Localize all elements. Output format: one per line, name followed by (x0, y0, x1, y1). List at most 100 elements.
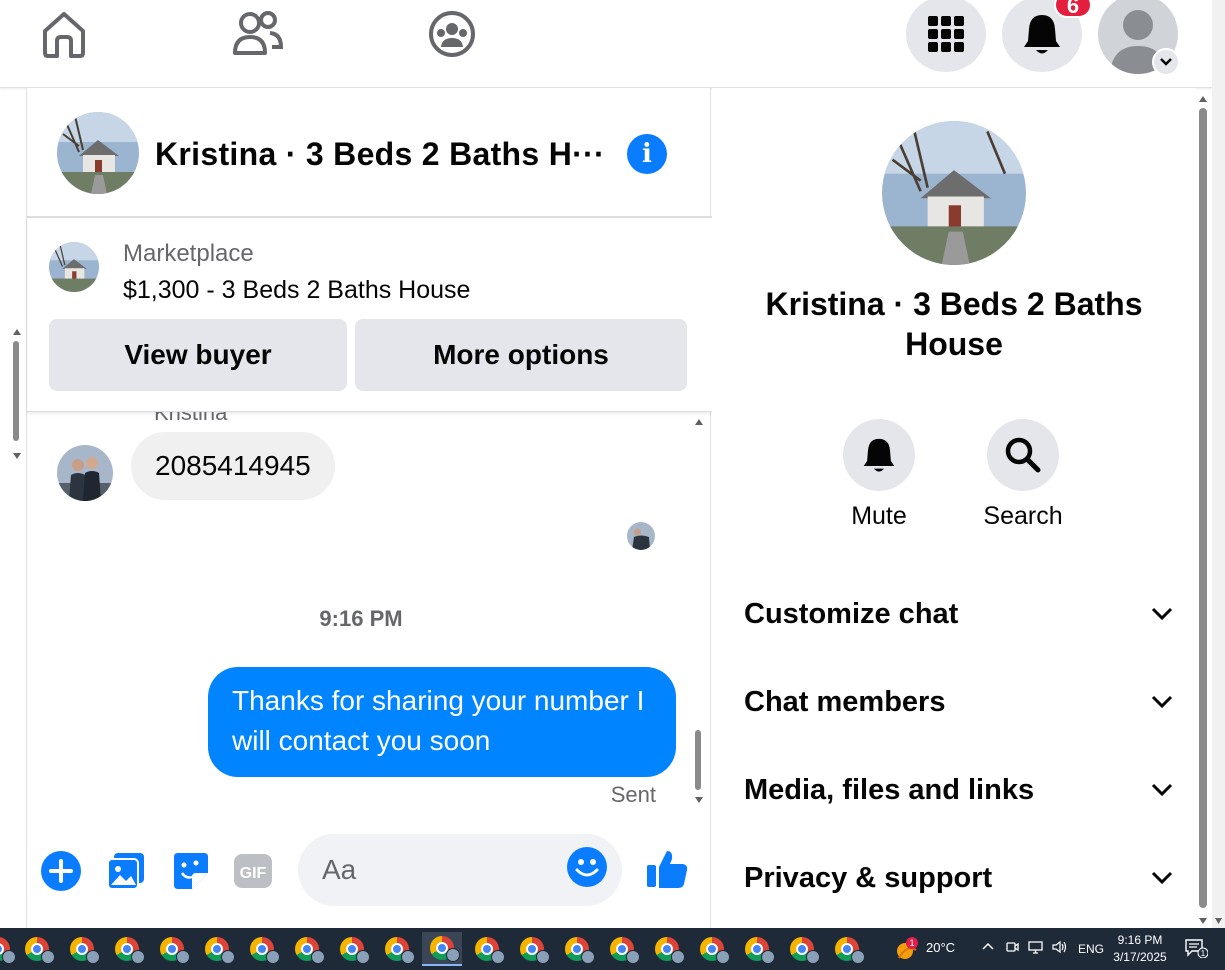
taskbar-chrome-window[interactable] (467, 932, 507, 966)
gif-icon[interactable]: GIF (232, 850, 274, 892)
taskbar-chrome-window[interactable] (737, 932, 777, 966)
groups-icon[interactable] (426, 8, 478, 60)
taskbar-chrome-window[interactable] (782, 932, 822, 966)
svg-text:1: 1 (909, 938, 914, 948)
sender-name: Kristina (154, 412, 228, 425)
profile-badge-icon (626, 950, 640, 964)
svg-text:GIF: GIF (240, 865, 267, 882)
house-photo-icon (57, 112, 139, 194)
profile-badge-icon (2, 950, 16, 964)
taskbar-chrome-window[interactable] (107, 932, 147, 966)
emoji-icon[interactable] (565, 845, 609, 889)
view-buyer-button[interactable]: View buyer (49, 319, 347, 391)
taskbar-chrome-window[interactable] (647, 932, 687, 966)
listing-thumbnail[interactable] (49, 242, 99, 292)
sender-avatar[interactable] (57, 445, 113, 501)
sticker-icon[interactable] (169, 850, 211, 892)
more-options-button[interactable]: More options (355, 319, 687, 391)
taskbar-chrome-window[interactable] (377, 932, 417, 966)
conversation-info-panel: Kristina · 3 Beds 2 Baths House Mute Sea… (712, 88, 1196, 928)
svg-text:1: 1 (1201, 949, 1206, 958)
sent-status: Sent (610, 782, 656, 807)
accordion-media-files-links[interactable]: Media, files and links (744, 760, 1174, 820)
clock[interactable]: 9:16 PM 3/17/2025 (1112, 932, 1168, 966)
profile-badge-icon (311, 950, 325, 964)
profile-badge-icon (401, 950, 415, 964)
accordion-label: Media, files and links (744, 773, 1035, 806)
volume-icon[interactable] (1052, 940, 1068, 956)
input-language[interactable]: ENG (1078, 942, 1104, 956)
like-thumb-icon[interactable] (644, 846, 690, 892)
weather-icon[interactable]: 1 (894, 936, 920, 962)
profile-badge-icon (221, 950, 235, 964)
search-label[interactable]: Search (953, 502, 1093, 531)
info-conversation-name: Kristina · 3 Beds 2 Baths House (765, 286, 1143, 362)
chat-header: Kristina · 3 Beds 2 Baths H··· i (27, 88, 712, 218)
top-navigation-bar: 6 (0, 0, 1212, 88)
mute-button[interactable] (843, 419, 915, 491)
account-menu-chevron[interactable] (1152, 48, 1180, 76)
taskbar-chrome-window[interactable] (152, 932, 192, 966)
accordion-chat-members[interactable]: Chat members (744, 672, 1174, 732)
windows-taskbar: 1 20°C ENG 9:16 PM 3/17/2025 1 (0, 928, 1225, 970)
profile-badge-icon (671, 950, 685, 964)
chat-title: Kristina · 3 Beds 2 Baths H··· (155, 136, 605, 172)
accordion-privacy-support[interactable]: Privacy & support (744, 848, 1174, 908)
chevron-down-icon (1151, 783, 1173, 797)
profile-badge-icon (356, 950, 370, 964)
message-scrollbar[interactable] (692, 415, 706, 807)
window-scrollbar[interactable] (1212, 0, 1225, 928)
accordion-label: Privacy & support (744, 861, 993, 894)
meet-now-icon[interactable] (1004, 940, 1020, 956)
incoming-message[interactable]: 2085414945 (131, 432, 335, 500)
taskbar-chrome-window[interactable] (827, 932, 867, 966)
profile-badge-icon (41, 950, 55, 964)
menu-grid-button[interactable] (906, 0, 986, 72)
house-photo-icon (49, 242, 99, 292)
profile-badge-icon (266, 950, 280, 964)
taskbar-chrome-window[interactable] (0, 932, 18, 966)
taskbar-chrome-window[interactable] (62, 932, 102, 966)
listing-avatar[interactable] (57, 112, 139, 194)
search-button[interactable] (987, 419, 1059, 491)
plus-icon[interactable] (40, 850, 82, 892)
profile-badge-icon (536, 950, 550, 964)
taskbar-chrome-window[interactable] (287, 932, 327, 966)
taskbar-chrome-window[interactable] (197, 932, 237, 966)
info-panel-scrollbar[interactable] (1196, 92, 1210, 928)
profile-badge-icon (806, 950, 820, 964)
tray-overflow-chevron-icon[interactable] (980, 940, 996, 956)
message-list: Kristina 2085414945 9:16 PM Thanks for s… (27, 412, 712, 812)
taskbar-chrome-window[interactable] (332, 932, 372, 966)
taskbar-chrome-window[interactable] (602, 932, 642, 966)
house-photo-icon (882, 121, 1026, 265)
search-icon (1005, 437, 1041, 473)
home-icon[interactable] (38, 8, 90, 60)
profile-badge-icon (131, 950, 145, 964)
left-scrollbar[interactable] (10, 325, 24, 465)
taskbar-chrome-window[interactable] (557, 932, 597, 966)
taskbar-chrome-window[interactable] (512, 932, 552, 966)
outgoing-message[interactable]: Thanks for sharing your number I will co… (208, 667, 676, 777)
couple-photo-icon (57, 445, 113, 501)
photo-icon[interactable] (105, 850, 147, 892)
accordion-customize-chat[interactable]: Customize chat (744, 584, 1174, 644)
accordion-label: Chat members (744, 685, 946, 718)
info-icon[interactable]: i (627, 134, 667, 174)
mute-label[interactable]: Mute (809, 502, 949, 531)
weather-temperature[interactable]: 20°C (926, 940, 955, 955)
network-icon[interactable] (1028, 940, 1044, 956)
profile-badge-icon (716, 950, 730, 964)
friends-icon[interactable] (232, 8, 284, 60)
taskbar-chrome-window[interactable] (17, 932, 57, 966)
bell-icon (1024, 15, 1060, 54)
read-receipt-avatar (627, 522, 655, 550)
listing-title[interactable]: $1,300 - 3 Beds 2 Baths House (123, 276, 470, 305)
profile-badge-icon (761, 950, 775, 964)
taskbar-chrome-window[interactable] (242, 932, 282, 966)
profile-badge-icon (491, 950, 505, 964)
taskbar-chrome-window[interactable] (692, 932, 732, 966)
notification-center-icon[interactable]: 1 (1184, 938, 1209, 959)
info-avatar[interactable] (882, 121, 1026, 265)
taskbar-chrome-window[interactable] (422, 932, 462, 966)
